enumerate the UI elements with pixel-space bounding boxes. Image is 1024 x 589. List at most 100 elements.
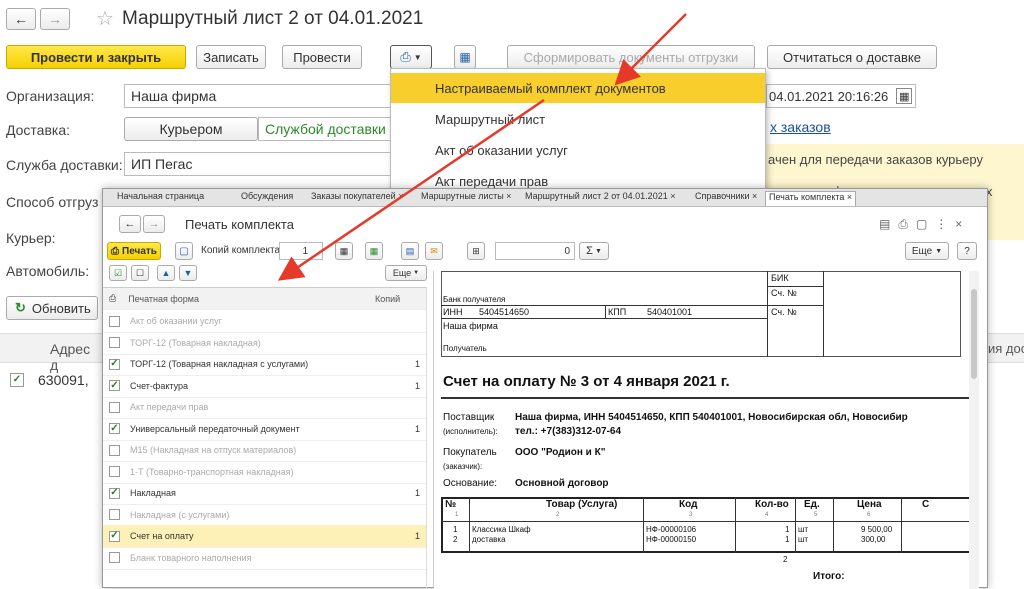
delivery-service-button[interactable]: Службой доставки bbox=[258, 117, 394, 141]
toolbar-btn-a[interactable]: ▦ bbox=[335, 242, 353, 260]
toolbar-btn-b[interactable]: ▦ bbox=[365, 242, 383, 260]
list-item[interactable]: ✓ ТОРГ-12 (Товарная накладная с услугами)… bbox=[103, 353, 426, 376]
list-item[interactable]: ТОРГ-12 (Товарная накладная) bbox=[103, 332, 426, 355]
preview-button[interactable]: ▢ bbox=[175, 242, 193, 260]
list-item-checkbox[interactable]: ✓ bbox=[109, 380, 120, 391]
total-qty: 2 bbox=[783, 555, 788, 564]
copies-value: 1 bbox=[302, 245, 308, 257]
move-up-button[interactable]: ▲ bbox=[157, 265, 175, 281]
structure-button[interactable]: ▦ bbox=[454, 45, 476, 69]
report-delivery-button[interactable]: Отчитаться о доставке bbox=[767, 45, 937, 69]
list-item-copies[interactable]: 1 bbox=[415, 381, 420, 391]
tab-customer-orders[interactable]: Заказы покупателей × bbox=[311, 191, 403, 206]
list-item-checkbox[interactable] bbox=[109, 509, 120, 520]
list-check-all-button[interactable]: ☑ bbox=[109, 265, 127, 281]
list-item-checkbox[interactable] bbox=[109, 466, 120, 477]
tab-home[interactable]: Начальная страница bbox=[117, 191, 204, 206]
delivery-courier-button[interactable]: Курьером bbox=[124, 117, 258, 141]
items-th: Кол-во bbox=[755, 499, 789, 510]
list-item-checkbox[interactable]: ✓ bbox=[109, 530, 120, 542]
service-field[interactable]: ИП Пегас bbox=[124, 152, 394, 176]
list-item-checkbox[interactable]: ✓ bbox=[109, 487, 120, 499]
menu-item-custom-kit[interactable]: Настраиваемый комплект документов bbox=[391, 73, 765, 103]
orders-link[interactable]: х заказов bbox=[770, 119, 831, 135]
address-row-checkbox[interactable]: ✓ bbox=[10, 373, 24, 387]
copies-field[interactable]: 1 bbox=[279, 242, 323, 260]
list-item-checkbox[interactable]: ✓ bbox=[109, 423, 120, 434]
list-item-copies[interactable]: 1 bbox=[415, 531, 420, 541]
list-item-checkbox[interactable]: ✓ bbox=[109, 358, 120, 370]
list-item[interactable]: Бланк товарного наполнения bbox=[103, 547, 426, 570]
mail-button[interactable]: ✉ bbox=[425, 242, 443, 260]
list-item-checkbox[interactable] bbox=[109, 401, 120, 413]
printer-icon: ⎙ bbox=[400, 49, 411, 64]
list-item[interactable]: ✓ Счет-фактура 1 bbox=[103, 375, 426, 398]
list-item[interactable]: ✓ Счет на оплату 1 bbox=[103, 525, 426, 548]
back-button[interactable]: ← bbox=[6, 8, 36, 30]
list-item[interactable]: ✓ Накладная 1 bbox=[103, 482, 426, 505]
tab-route-sheets[interactable]: Маршрутные листы × bbox=[421, 191, 511, 206]
print-button[interactable]: ⎙ Печать bbox=[107, 242, 161, 260]
more-icon[interactable]: ⋮ bbox=[935, 217, 955, 231]
menu-item-route-sheet[interactable]: Маршрутный лист bbox=[391, 104, 765, 134]
list-item[interactable]: ✓ Универсальный передаточный документ 1 bbox=[103, 418, 426, 441]
print-menu-button[interactable]: ⎙ ▼ bbox=[390, 45, 432, 69]
close-icon[interactable]: × bbox=[955, 217, 970, 231]
list-item-name: Накладная bbox=[130, 488, 176, 498]
list-item-checkbox[interactable] bbox=[109, 337, 120, 348]
list-item[interactable]: М15 (Накладная на отпуск материалов) bbox=[103, 439, 426, 462]
refresh-button[interactable]: ↻ Обновить bbox=[6, 296, 98, 320]
more-label: Еще bbox=[911, 245, 933, 257]
items-cell: 300,00 bbox=[861, 535, 886, 544]
post-and-close-button[interactable]: Провести и закрыть bbox=[6, 45, 186, 69]
chevron-down-icon: ▼ bbox=[413, 270, 420, 276]
star-icon[interactable]: ☆ bbox=[96, 6, 114, 31]
tab-route-sheet-2[interactable]: Маршрутный лист 2 от 04.01.2021 × bbox=[525, 191, 675, 206]
list-item[interactable]: Акт передачи прав bbox=[103, 396, 426, 419]
list-item[interactable]: Накладная (с услугами) bbox=[103, 504, 426, 527]
window-back-button[interactable]: ← bbox=[119, 215, 141, 233]
menu-item-service-act[interactable]: Акт об оказании услуг bbox=[391, 135, 765, 165]
scrollbar-thumb[interactable] bbox=[971, 289, 977, 379]
forward-button[interactable]: → bbox=[40, 8, 70, 30]
printer-icon[interactable]: ⎙ bbox=[898, 217, 916, 231]
save-icon[interactable]: ▤ bbox=[879, 217, 898, 231]
list-more-button[interactable]: Еще ▼ bbox=[385, 265, 427, 281]
list-uncheck-all-button[interactable]: ☐ bbox=[131, 265, 149, 281]
save-doc-button[interactable]: ▤ bbox=[401, 242, 419, 260]
list-item-checkbox[interactable] bbox=[109, 444, 120, 456]
preview-icon[interactable]: ▢ bbox=[916, 217, 935, 231]
list-item-checkbox[interactable] bbox=[109, 315, 120, 327]
date-field[interactable]: 04.01.2021 20:16:26 ▦ bbox=[766, 84, 916, 108]
tab-print-kit[interactable]: Печать комплекта × bbox=[765, 191, 857, 206]
write-button[interactable]: Записать bbox=[196, 45, 266, 69]
insert-button[interactable]: ⊞ bbox=[467, 242, 485, 260]
items-th: Товар (Услуга) bbox=[546, 499, 618, 510]
tab-references[interactable]: Справочники × bbox=[695, 191, 757, 206]
items-cell: НФ-00000150 bbox=[646, 535, 697, 544]
bank-label: Банк получателя bbox=[443, 295, 506, 304]
help-button[interactable]: ? bbox=[957, 242, 977, 260]
sum-value-field[interactable]: 0 bbox=[495, 242, 575, 260]
form-shipping-docs-button[interactable]: Сформировать документы отгрузки bbox=[507, 45, 755, 69]
list-item-copies[interactable]: 1 bbox=[415, 488, 420, 498]
tab-discussions[interactable]: Обсуждения bbox=[241, 191, 293, 206]
sum-button[interactable]: Σ ▼ bbox=[579, 242, 609, 260]
window-forward-button[interactable]: → bbox=[143, 215, 165, 233]
org-field[interactable]: Наша фирма bbox=[124, 84, 394, 108]
list-item[interactable]: 1-Т (Товарно-транспортная накладная) bbox=[103, 461, 426, 484]
list-item[interactable]: Акт об оказании услуг bbox=[103, 310, 426, 333]
list-item-copies[interactable]: 1 bbox=[415, 424, 420, 434]
move-down-button[interactable]: ▼ bbox=[179, 265, 197, 281]
preview-scrollbar[interactable] bbox=[969, 271, 979, 589]
post-button[interactable]: Провести bbox=[282, 45, 362, 69]
list-item-checkbox[interactable] bbox=[109, 552, 120, 563]
page-title: Маршрутный лист 2 от 04.01.2021 bbox=[122, 8, 424, 29]
more-button[interactable]: Еще ▼ bbox=[905, 242, 949, 260]
address-row[interactable]: ✓ 630091, bbox=[10, 370, 102, 390]
supplier-label: Поставщик bbox=[443, 412, 495, 423]
calendar-icon[interactable]: ▦ bbox=[896, 88, 913, 104]
account-label: Сч. № bbox=[771, 288, 797, 298]
list-item-copies[interactable]: 1 bbox=[415, 359, 420, 369]
list-header: ⎙ Печатная форма Копий bbox=[103, 288, 426, 310]
